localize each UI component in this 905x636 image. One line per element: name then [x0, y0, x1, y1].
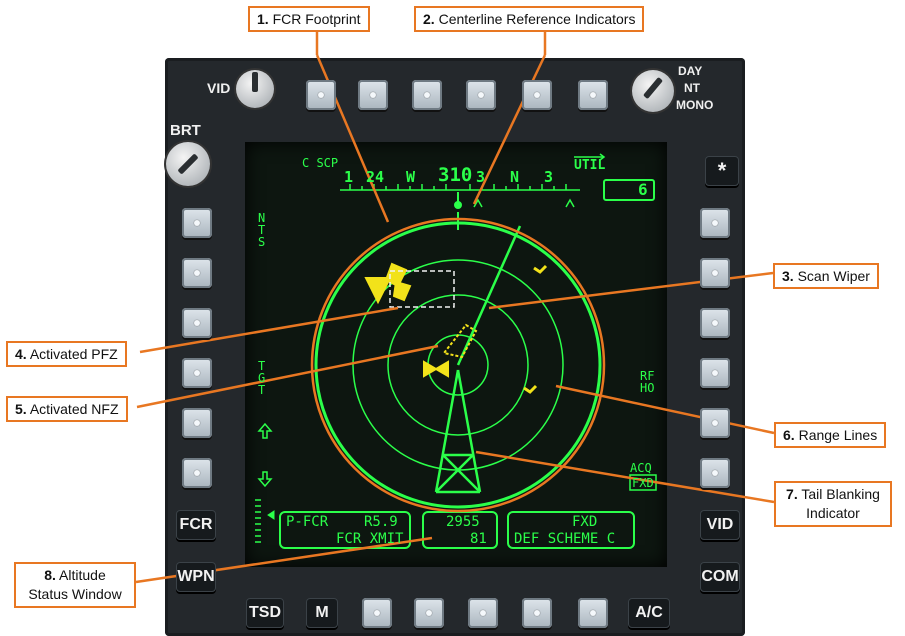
knob-pointer-icon: [642, 76, 664, 100]
left-button-5[interactable]: [182, 408, 212, 438]
heading-tick-label: 3: [476, 168, 486, 186]
left-button-2[interactable]: [182, 258, 212, 288]
heading-readout: 310: [438, 164, 473, 186]
vid-button[interactable]: VID: [700, 510, 740, 540]
top-button-2[interactable]: [358, 80, 388, 110]
bottom-button-5[interactable]: [468, 598, 498, 628]
com-button[interactable]: COM: [700, 562, 740, 592]
heading-tick-label: 24: [366, 168, 385, 186]
fcr-status-line1-left: P-FCR: [286, 514, 329, 530]
tsd-button[interactable]: TSD: [246, 598, 284, 628]
callout-activated-nfz: 5. Activated NFZ: [6, 396, 128, 422]
scheme-line2: DEF SCHEME C: [514, 531, 616, 547]
right-button-2[interactable]: [700, 258, 730, 288]
top-button-5[interactable]: [522, 80, 552, 110]
callout-altitude-status-window: 8. Altitude Status Window: [14, 562, 136, 608]
ho-label[interactable]: HO: [640, 382, 654, 394]
callout-centerline-reference: 2. Centerline Reference Indicators: [414, 6, 645, 32]
heading-tick-label: 3: [544, 168, 554, 186]
top-button-1[interactable]: [306, 80, 336, 110]
day-label: DAY: [678, 64, 703, 78]
c-scp-label: C SCP: [302, 156, 339, 170]
screenshot-stage: C SCP 1 24 W 310 3 N 3 UTIL 6 NTS TGT RF…: [0, 0, 905, 636]
brt-label: BRT: [170, 122, 201, 139]
mono-label: MONO: [676, 98, 714, 112]
right-button-3[interactable]: [700, 308, 730, 338]
heading-tick-label: 1: [344, 168, 354, 186]
vid-knob[interactable]: [236, 70, 274, 108]
knob-pointer-icon: [252, 72, 258, 92]
heading-tick-label: N: [510, 168, 520, 186]
altitude-line2: 81: [470, 531, 487, 547]
right-button-1[interactable]: [700, 208, 730, 238]
page-number: 6: [638, 180, 648, 199]
fcr-status-line1-right: R5.9: [364, 514, 398, 530]
right-button-4[interactable]: [700, 358, 730, 388]
top-button-6[interactable]: [578, 80, 608, 110]
bottom-button-4[interactable]: [414, 598, 444, 628]
wpn-button[interactable]: WPN: [176, 562, 216, 592]
scheme-line1: FXD: [572, 514, 598, 530]
fcr-button[interactable]: FCR: [176, 510, 216, 540]
display-text: C SCP 1 24 W 310 3 N 3 UTIL 6 NTS TGT RF…: [0, 0, 905, 636]
heading-tick-label: W: [406, 168, 416, 186]
bottom-button-7[interactable]: [578, 598, 608, 628]
nt-label: NT: [684, 81, 700, 95]
m-button[interactable]: M: [306, 598, 338, 628]
acq-label[interactable]: ACQ: [630, 462, 652, 474]
callout-activated-pfz: 4. Activated PFZ: [6, 341, 127, 367]
callout-tail-blanking-indicator: 7. Tail Blanking Indicator: [774, 481, 892, 527]
left-button-3[interactable]: [182, 308, 212, 338]
tgt-label[interactable]: TGT: [258, 360, 268, 396]
bottom-button-3[interactable]: [362, 598, 392, 628]
brt-knob[interactable]: [166, 142, 210, 186]
vid-knob-label: VID: [207, 80, 231, 96]
right-button-6[interactable]: [700, 458, 730, 488]
mode-knob[interactable]: [632, 70, 674, 112]
left-button-6[interactable]: [182, 458, 212, 488]
util-button-label[interactable]: UTIL: [574, 158, 605, 173]
star-button[interactable]: *: [705, 156, 739, 186]
bottom-button-6[interactable]: [522, 598, 552, 628]
callout-scan-wiper: 3. Scan Wiper: [773, 263, 879, 289]
right-button-5[interactable]: [700, 408, 730, 438]
callout-range-lines: 6. Range Lines: [774, 422, 887, 448]
altitude-line1: 2955: [446, 514, 480, 530]
left-button-4[interactable]: [182, 358, 212, 388]
ac-button[interactable]: A/C: [628, 598, 670, 628]
knob-pointer-icon: [177, 153, 199, 175]
top-button-3[interactable]: [412, 80, 442, 110]
left-button-1[interactable]: [182, 208, 212, 238]
nts-label[interactable]: NTS: [258, 212, 268, 248]
fcr-status-line2: FCR XMIT: [336, 531, 404, 547]
callout-fcr-footprint: 1. FCR Footprint: [248, 6, 370, 32]
fxd-label: FXD: [632, 476, 654, 490]
heading-tape: 1 24 W 310 3 N 3: [340, 164, 580, 186]
top-button-4[interactable]: [466, 80, 496, 110]
